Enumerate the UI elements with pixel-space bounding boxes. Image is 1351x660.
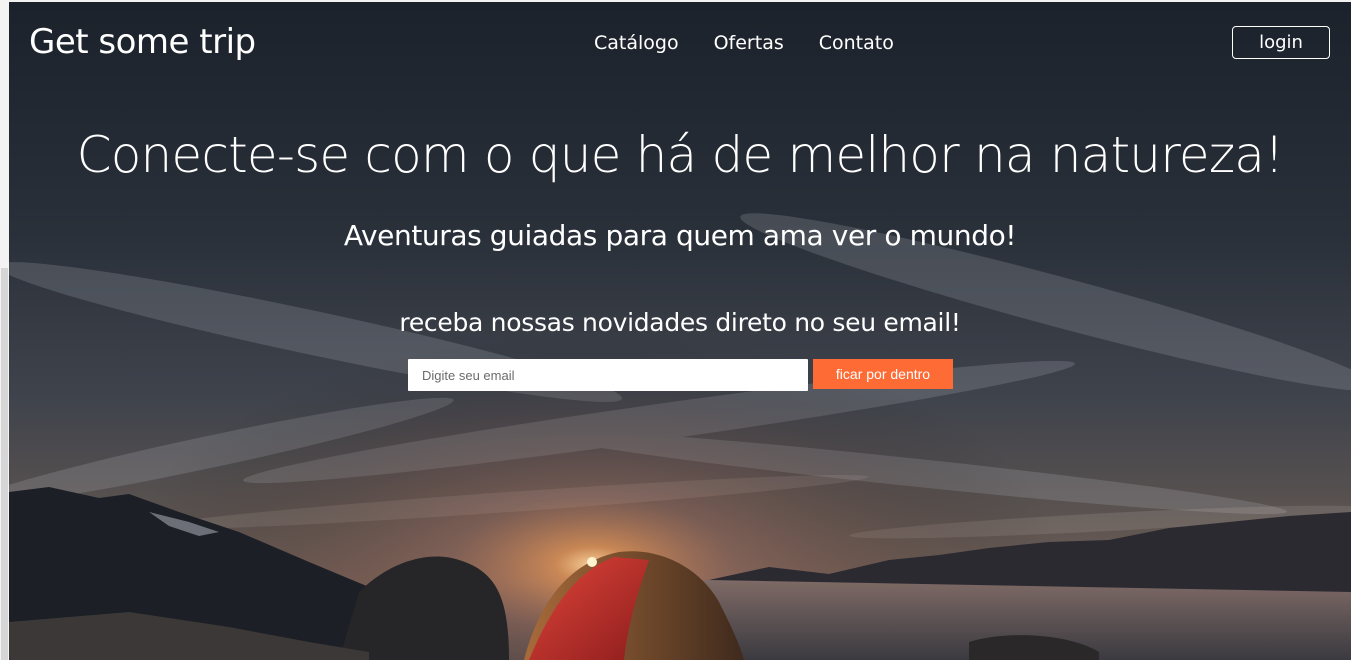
email-input[interactable] [408,359,808,391]
browser-left-edge [0,0,9,660]
login-button[interactable]: login [1232,26,1330,59]
navbar: Get some trip Catálogo Ofertas Contato l… [9,2,1351,86]
newsletter-prompt: receba nossas novidades direto no seu em… [399,308,961,337]
nav-link-contato[interactable]: Contato [819,32,894,54]
nav-link-ofertas[interactable]: Ofertas [714,32,784,54]
scrollbar[interactable] [1,268,8,660]
subscribe-button[interactable]: ficar por dentro [813,359,953,389]
hero-section: Get some trip Catálogo Ofertas Contato l… [9,2,1351,660]
main-nav: Catálogo Ofertas Contato [594,32,894,54]
brand-logo[interactable]: Get some trip [29,22,256,62]
nav-link-catalogo[interactable]: Catálogo [594,32,679,54]
hero-subtitle: Aventuras guiadas para quem ama ver o mu… [343,219,1017,252]
hero-headline: Conecte-se com o que há de melhor na nat… [76,126,1285,184]
